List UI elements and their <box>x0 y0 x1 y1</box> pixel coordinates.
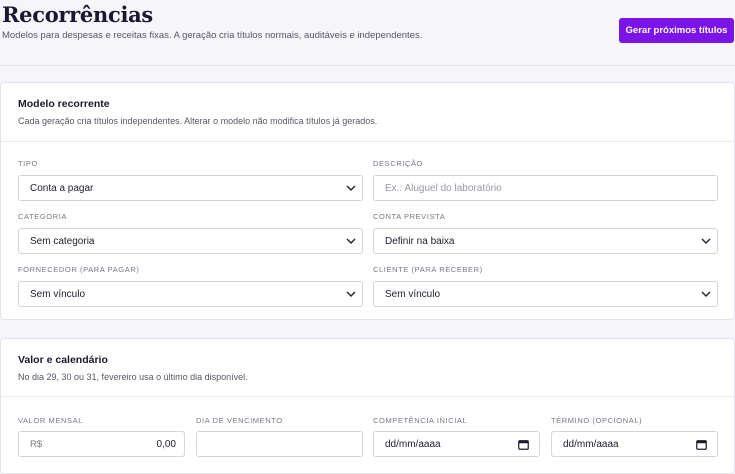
competencia-inicial-value: dd/mm/aaaa <box>385 438 441 450</box>
generate-next-titles-button[interactable]: Gerar próximos títulos <box>619 18 734 43</box>
chevron-down-icon <box>701 238 711 245</box>
card-title: Modelo recorrente <box>18 98 110 110</box>
card-description: Cada geração cria títulos independentes.… <box>18 116 378 126</box>
valor-mensal-input[interactable]: R$ 0,00 <box>18 431 185 457</box>
categoria-select[interactable]: Sem categoria <box>18 228 363 254</box>
dia-vencimento-input[interactable] <box>196 431 363 457</box>
tipo-label: TIPO <box>18 159 38 168</box>
value-calendar-card: Valor e calendário No dia 29, 30 ou 31, … <box>0 338 735 474</box>
competencia-inicial-label: COMPETÊNCIA INICIAL <box>373 416 468 425</box>
termino-label: TÉRMINO (OPCIONAL) <box>551 416 643 425</box>
calendar-icon[interactable] <box>696 439 707 450</box>
card-header: Valor e calendário No dia 29, 30 ou 31, … <box>1 339 734 397</box>
chevron-down-icon <box>346 185 356 192</box>
cliente-select[interactable]: Sem vínculo <box>373 281 718 307</box>
fornecedor-label: FORNECEDOR (PARA PAGAR) <box>18 265 140 274</box>
tipo-value: Conta a pagar <box>30 182 94 194</box>
card-header: Modelo recorrente Cada geração cria títu… <box>1 83 734 142</box>
descricao-placeholder: Ex.: Aluguel do laboratório <box>385 182 502 194</box>
termino-value: dd/mm/aaaa <box>563 438 619 450</box>
chevron-down-icon <box>346 238 356 245</box>
valor-mensal-label: VALOR MENSAL <box>18 416 83 425</box>
fornecedor-value: Sem vínculo <box>30 288 86 300</box>
termino-date[interactable]: dd/mm/aaaa <box>551 431 718 457</box>
conta-prevista-label: CONTA PREVISTA <box>373 212 446 221</box>
categoria-label: CATEGORIA <box>18 212 68 221</box>
dia-vencimento-label: DIA DE VENCIMENTO <box>196 416 283 425</box>
cliente-value: Sem vínculo <box>385 288 441 300</box>
valor-mensal-value: 0,00 <box>156 439 176 450</box>
calendar-icon[interactable] <box>518 439 529 450</box>
conta-prevista-select[interactable]: Definir na baixa <box>373 228 718 254</box>
categoria-value: Sem categoria <box>30 235 95 247</box>
chevron-down-icon <box>701 291 711 298</box>
conta-prevista-value: Definir na baixa <box>385 235 455 247</box>
cliente-label: CLIENTE (PARA RECEBER) <box>373 265 483 274</box>
card-description: No dia 29, 30 ou 31, fevereiro usa o últ… <box>18 372 248 382</box>
fornecedor-select[interactable]: Sem vínculo <box>18 281 363 307</box>
descricao-label: DESCRIÇÃO <box>373 159 423 168</box>
page-header: Recorrências Modelos para despesas e rec… <box>0 0 735 66</box>
currency-prefix: R$ <box>30 438 43 450</box>
competencia-inicial-date[interactable]: dd/mm/aaaa <box>373 431 540 457</box>
card-title: Valor e calendário <box>18 354 108 366</box>
page-title: Recorrências <box>2 2 153 27</box>
descricao-input[interactable]: Ex.: Aluguel do laboratório <box>373 175 718 201</box>
tipo-select[interactable]: Conta a pagar <box>18 175 363 201</box>
chevron-down-icon <box>346 291 356 298</box>
page-subtitle: Modelos para despesas e receitas fixas. … <box>2 30 423 41</box>
recurring-model-card: Modelo recorrente Cada geração cria títu… <box>0 82 735 320</box>
